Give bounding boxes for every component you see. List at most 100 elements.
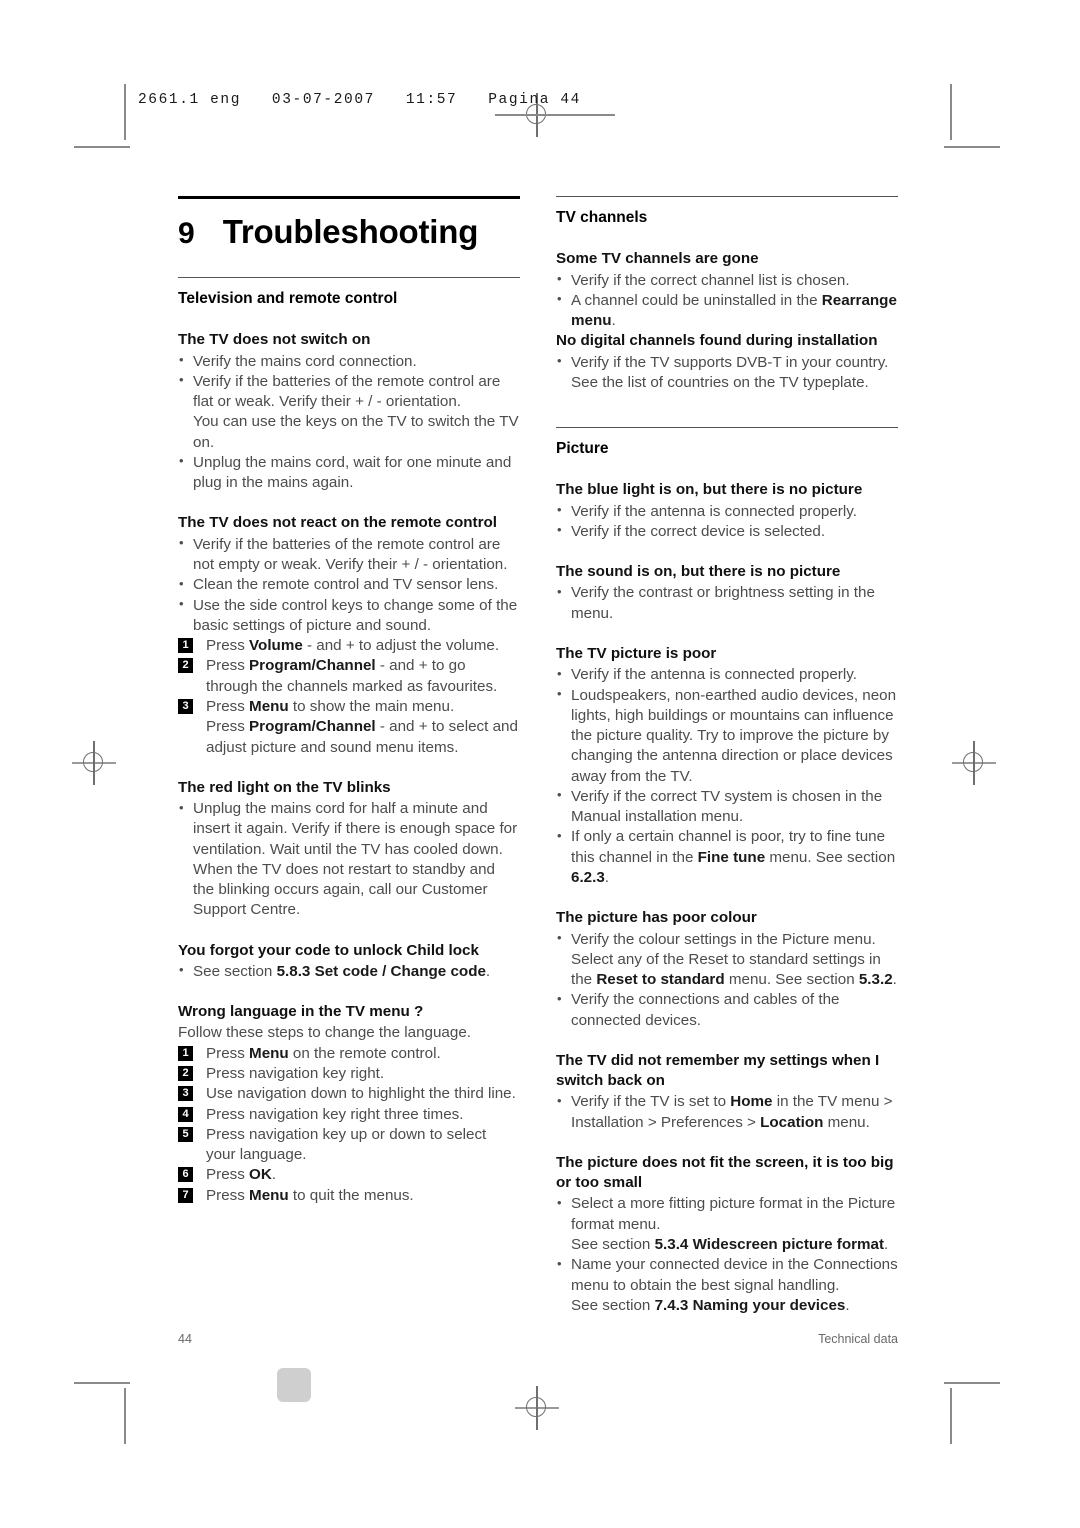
bullet-text-post-2: menu. <box>823 1113 870 1131</box>
step-number-badge: 3 <box>178 698 193 714</box>
bullet-text-pre: Verify if the TV is set to <box>571 1093 731 1111</box>
bullet-item: Verify the contrast or brightness settin… <box>556 583 898 624</box>
chapter-number: 9 <box>178 217 195 250</box>
block-heading: The TV did not remember my settings when… <box>556 1051 880 1090</box>
registration-mark-right <box>952 741 996 785</box>
step-text-pre: Press <box>206 1166 250 1184</box>
bullet-item: Verify if the TV supports DVB-T in your … <box>556 352 898 394</box>
troubleshoot-block: No digital channels found during install… <box>556 331 898 393</box>
paragraph: Follow these steps to change the languag… <box>178 1024 471 1042</box>
step-number-badge: 7 <box>178 1187 193 1203</box>
crop-mark-top-left-horizontal <box>74 146 130 148</box>
left-column: 9 Troubleshooting Television and remote … <box>178 196 520 1316</box>
document-page: 2661.1 eng 03-07-2007 11:57 Pagina 44 9 … <box>0 0 1080 1528</box>
numbered-step: 6 Press OK. <box>178 1165 520 1185</box>
step-text-post: - and + to adjust the volume. <box>302 637 500 655</box>
bullet-item: Loudspeakers, non-earthed audio devices,… <box>556 685 898 787</box>
troubleshoot-block: The TV did not remember my settings when… <box>556 1051 898 1133</box>
crop-mark-bottom-left-vertical <box>124 1388 126 1444</box>
bullet-item: Verify the connections and cables of the… <box>556 990 898 1031</box>
footer-section-label: Technical data <box>818 1332 898 1346</box>
bullet-item: Use the side control keys to change some… <box>178 595 520 637</box>
bullet-item: Verify if the antenna is connected prope… <box>556 501 898 522</box>
bullet-item: Clean the remote control and TV sensor l… <box>178 575 520 595</box>
step-text-pre: Press <box>206 657 250 675</box>
section-title-tv-channels: TV channels <box>556 209 648 227</box>
bullet-item: Unplug the mains cord, wait for one minu… <box>178 452 520 494</box>
slug-underline <box>495 114 615 116</box>
step-continuation: Press Program/Channel - and + to select … <box>178 717 520 758</box>
crop-mark-top-right-vertical <box>950 84 952 140</box>
cont-text-bold: 7.4.3 Naming your devices <box>654 1296 846 1314</box>
cont-text-post: . <box>884 1235 889 1253</box>
cont-text-bold: 5.3.4 Widescreen picture format <box>654 1235 885 1253</box>
bullet-item: Verify if the correct device is selected… <box>556 521 898 542</box>
block-heading: The picture does not fit the screen, it … <box>556 1153 894 1192</box>
block-heading: The sound is on, but there is no picture <box>556 563 841 581</box>
step-number-badge: 1 <box>178 1045 193 1061</box>
step-text-post: to show the main menu. <box>288 697 455 715</box>
step-number-badge: 2 <box>178 658 193 674</box>
section-title-television: Television and remote control <box>178 290 398 308</box>
step-number-badge: 6 <box>178 1167 193 1183</box>
bullet-continuation: You can use the keys on the TV to switch… <box>193 413 519 451</box>
bullet-text-bold: Fine tune <box>697 848 766 866</box>
step-text-bold: Menu <box>249 1044 289 1062</box>
crop-mark-bottom-right-horizontal <box>944 1382 1000 1384</box>
troubleshoot-block: The sound is on, but there is no picture… <box>556 562 898 624</box>
block-heading: The TV does not switch on <box>178 331 371 349</box>
bullet-item: See section 5.8.3 Set code / Change code… <box>178 961 520 982</box>
troubleshoot-block: The TV picture is poor Verify if the ant… <box>556 644 898 888</box>
block-heading: No digital channels found during install… <box>556 332 878 350</box>
numbered-step: 3 Press Menu to show the main menu. <box>178 697 520 717</box>
numbered-step: 2 Press navigation key right. <box>178 1064 520 1084</box>
right-column: TV channels Some TV channels are gone Ve… <box>556 196 898 1316</box>
step-text-pre: Use navigation down to highlight the thi… <box>206 1085 516 1103</box>
step-text-bold: Volume <box>249 637 303 655</box>
bullet-text-bold-2: Location <box>760 1113 824 1131</box>
page-content: 9 Troubleshooting Television and remote … <box>178 196 898 1316</box>
step-text-pre: Press navigation key right. <box>206 1064 385 1082</box>
bullet-item: Verify if the correct TV system is chose… <box>556 786 898 828</box>
bullet-item: Unplug the mains cord for half a minute … <box>178 799 520 921</box>
bullet-item: Verify if the correct channel list is ch… <box>556 270 898 291</box>
crop-mark-top-right-horizontal <box>944 146 1000 148</box>
numbered-step: 1 Press Menu on the remote control. <box>178 1044 520 1064</box>
step-text-pre: Press <box>206 697 250 715</box>
bullet-text-pre: See section <box>193 962 277 980</box>
step-text-pre: Press <box>206 637 250 655</box>
footer-page-number: 44 <box>178 1332 192 1346</box>
bullet-text-post: menu. See section <box>765 848 896 866</box>
bullet-text-post: . <box>611 312 616 330</box>
bullet-item: Verify if the antenna is connected prope… <box>556 665 898 685</box>
bullet-item: Verify if the TV is set to Home in the T… <box>556 1092 898 1133</box>
step-text-pre: Press navigation key right three times. <box>206 1105 464 1123</box>
numbered-step: 3 Use navigation down to highlight the th… <box>178 1084 520 1104</box>
step-text-bold: OK <box>249 1166 272 1184</box>
bullet-item: A channel could be uninstalled in the Re… <box>556 290 898 332</box>
troubleshoot-block: Some TV channels are gone Verify if the … <box>556 249 898 331</box>
bullet-text-pre: A channel could be uninstalled in the <box>571 291 822 309</box>
bullet-item: Verify if the batteries of the remote co… <box>178 534 520 576</box>
troubleshoot-block: The blue light is on, but there is no pi… <box>556 480 898 542</box>
page-title: 9 Troubleshooting <box>178 213 520 251</box>
section-title-picture: Picture <box>556 440 609 458</box>
section-rule-tv-channels <box>556 196 898 198</box>
registration-mark-bottom <box>515 1386 559 1430</box>
bullet-item: Verify the colour settings in the Pictur… <box>556 929 898 991</box>
step-number-badge: 1 <box>178 638 193 654</box>
step-text-post: on the remote control. <box>288 1044 441 1062</box>
step-number-badge: 5 <box>178 1126 193 1142</box>
registration-mark-left <box>72 741 116 785</box>
bullet-continuation: See section 5.3.4 Widescreen picture for… <box>556 1235 898 1255</box>
section-rule-television <box>178 277 520 279</box>
step-text-pre: Press <box>206 718 250 736</box>
bullet-text-bold: Home <box>730 1093 773 1111</box>
bullet-text-bold-2: 6.2.3 <box>571 869 605 887</box>
bullet-item: If only a certain channel is poor, try t… <box>556 827 898 888</box>
step-text-post: to quit the menus. <box>288 1186 414 1204</box>
troubleshoot-block: Wrong language in the TV menu ? Follow t… <box>178 1002 520 1206</box>
bullet-text-post-2: . <box>892 971 897 989</box>
numbered-step: 5 Press navigation key up or down to sele… <box>178 1125 520 1166</box>
chapter-title: Troubleshooting <box>222 213 479 250</box>
